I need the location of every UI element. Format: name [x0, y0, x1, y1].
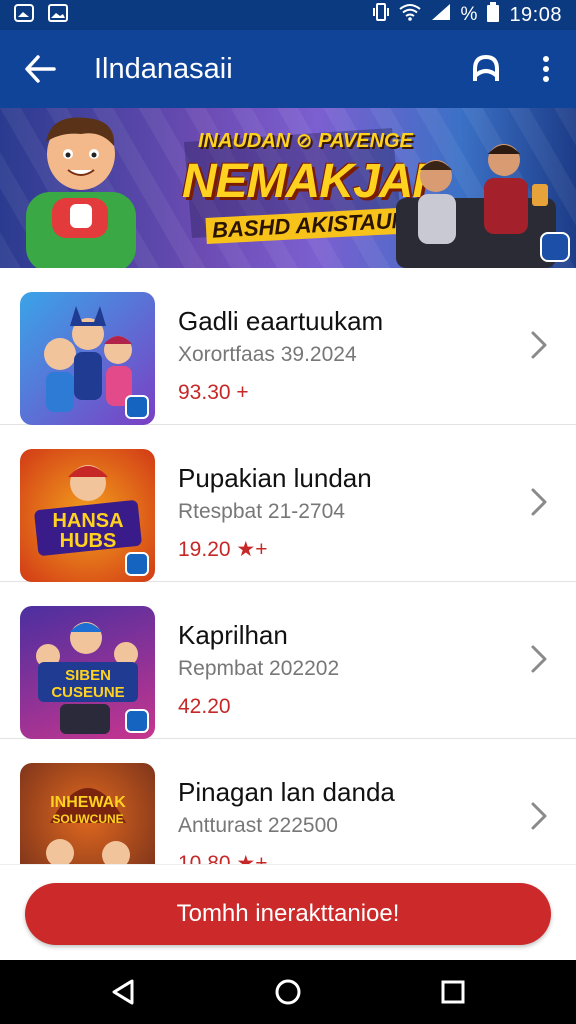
promo-banner[interactable]: INAUDAN ⊘ PAVENGE NEMAKJAI BASHD AKISTAU…	[0, 108, 576, 268]
game-thumbnail	[20, 292, 155, 425]
nav-recents-button[interactable]	[423, 960, 483, 1024]
more-vert-icon	[543, 56, 549, 82]
nav-recents-icon	[441, 980, 465, 1004]
item-subtitle: Xorortfaas 39.2024	[178, 343, 357, 366]
system-nav-bar	[0, 960, 576, 1024]
game-thumbnail: HANSA HUBS	[20, 449, 155, 582]
battery-percent: %	[460, 4, 478, 25]
item-text: Pinagan lan danda Antturast 222500 10.80…	[178, 777, 395, 864]
thumbnail-text-line-2: CUSEUNE	[51, 684, 124, 701]
status-bar: % 19:08	[0, 0, 576, 30]
item-text: Kaprilhan Repmbat 202202 42.20	[178, 620, 339, 720]
list-item[interactable]: Gadli eaartuukam Xorortfaas 39.2024 93.3…	[0, 268, 576, 425]
nav-back-button[interactable]	[93, 960, 153, 1024]
gallery-notification-icon	[14, 3, 34, 27]
item-price: 10.80 ★+	[178, 852, 268, 864]
signal-icon	[431, 3, 451, 27]
chevron-right-icon	[531, 488, 547, 516]
banner-hero-illustration	[26, 117, 136, 268]
nav-home-button[interactable]	[258, 960, 318, 1024]
nav-home-icon	[275, 979, 301, 1005]
list-item[interactable]: HANSA HUBS Pupakian lundan Rtespbat 21-2…	[0, 425, 576, 582]
page-title: Ilndanasaii	[94, 52, 233, 85]
item-subtitle: Repmbat 202202	[178, 657, 340, 680]
item-subtitle: Antturast 222500	[178, 814, 338, 837]
item-title: Gadli eaartuukam	[178, 306, 384, 336]
thumbnail-badge-icon	[125, 709, 149, 733]
user-icon	[473, 54, 499, 81]
banner-people-illustration	[396, 144, 556, 268]
status-left	[14, 3, 68, 27]
item-title: Pinagan lan danda	[178, 777, 395, 807]
item-price: 19.20 ★+	[178, 538, 268, 561]
thumbnail-art: INHEWAK SOUWCUNE	[46, 788, 130, 864]
bottom-action-area: Tomhh inerakttanioe!	[0, 864, 576, 960]
battery-icon	[487, 2, 500, 28]
status-right: % 19:08	[372, 2, 562, 28]
thumbnail-text-line-1: INHEWAK	[50, 794, 126, 811]
banner-title-top: INAUDAN ⊘ PAVENGE	[198, 130, 413, 152]
thumbnail-text-line-1: HANSA	[52, 510, 123, 532]
thumbnail-badge-icon	[125, 552, 149, 576]
profile-button[interactable]	[456, 30, 516, 108]
chevron-right-icon	[531, 645, 547, 673]
chevron-right-icon	[531, 331, 547, 359]
game-thumbnail: INHEWAK SOUWCUNE	[20, 763, 155, 864]
item-subtitle: Rtespbat 21-2704	[178, 500, 345, 523]
image-notification-icon	[48, 3, 68, 27]
primary-action-button[interactable]: Tomhh inerakttanioe!	[25, 883, 551, 945]
game-thumbnail: SIBEN CUSEUNE	[20, 606, 155, 739]
banner-badge-icon	[540, 232, 570, 262]
item-title: Kaprilhan	[178, 620, 288, 650]
overflow-menu-button[interactable]	[516, 30, 576, 108]
item-title: Pupakian lundan	[178, 463, 372, 493]
item-text: Pupakian lundan Rtespbat 21-2704 19.20 ★…	[178, 463, 372, 563]
back-button[interactable]	[0, 30, 80, 108]
item-text: Gadli eaartuukam Xorortfaas 39.2024 93.3…	[178, 306, 383, 406]
banner-title-main: NEMAKJAI	[182, 155, 426, 208]
item-price: 93.30 +	[178, 381, 249, 404]
list-item[interactable]: SIBEN CUSEUNE Kaprilhan Repmbat 202202 4…	[0, 582, 576, 739]
wifi-icon	[398, 3, 421, 27]
thumbnail-badge-icon	[125, 395, 149, 419]
thumbnail-text-line-1: SIBEN	[65, 667, 111, 684]
arrow-left-icon	[25, 55, 56, 83]
thumbnail-text-line-2: SOUWCUNE	[52, 812, 123, 826]
game-list: Gadli eaartuukam Xorortfaas 39.2024 93.3…	[0, 268, 576, 864]
app-bar: Ilndanasaii	[0, 30, 576, 108]
status-time: 19:08	[509, 3, 562, 26]
list-item[interactable]: INHEWAK SOUWCUNE Pinagan lan danda Anttu…	[0, 739, 576, 864]
chevron-right-icon	[531, 802, 547, 830]
vibrate-icon	[372, 2, 389, 28]
item-price: 42.20	[178, 695, 231, 718]
nav-back-icon	[112, 979, 134, 1005]
app-screen: % 19:08 Ilndanasaii INAUDAN ⊘ PAVENGE NE…	[0, 0, 576, 1024]
thumbnail-text-line-2: HUBS	[60, 530, 117, 552]
